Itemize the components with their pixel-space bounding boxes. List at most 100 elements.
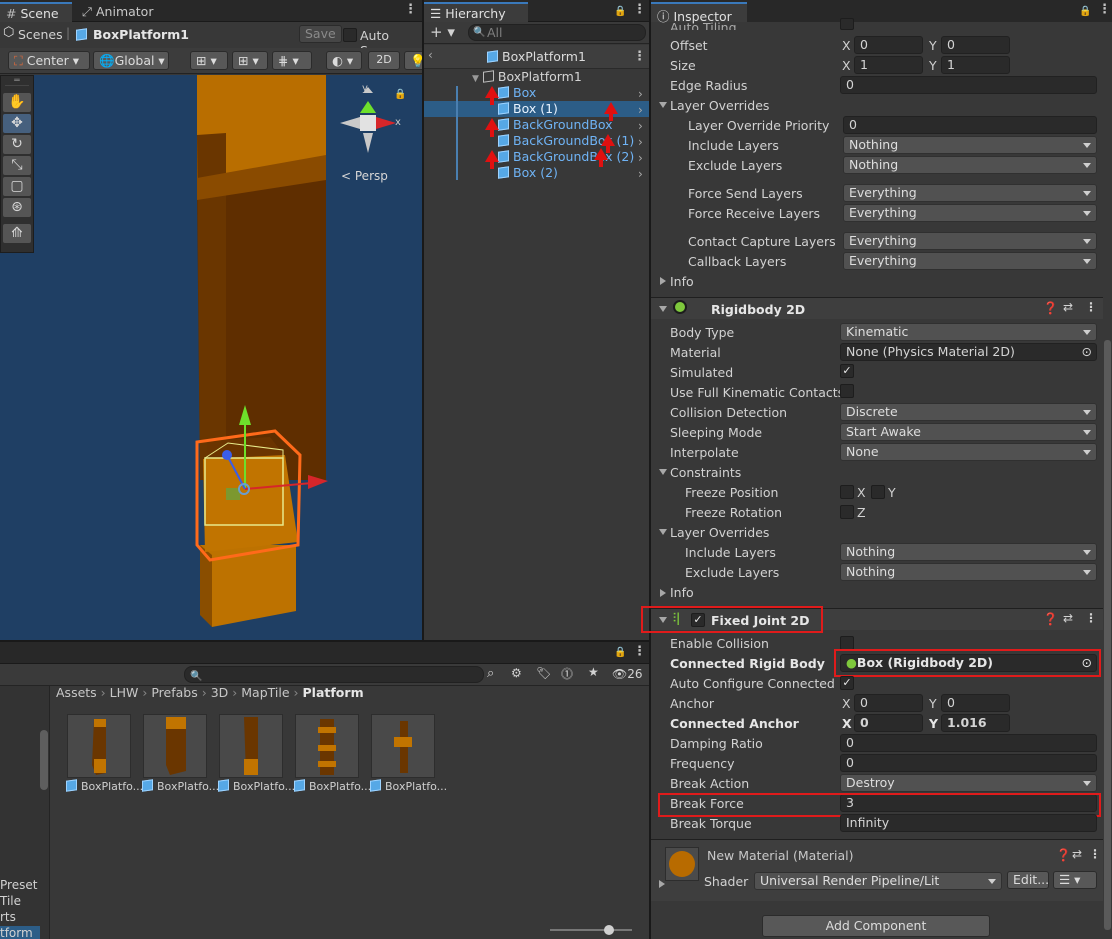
interpolate-dropdown[interactable]: None: [840, 443, 1097, 461]
asset-thumbnail[interactable]: [371, 714, 435, 778]
back-chevron-icon[interactable]: ‹: [428, 48, 433, 62]
fixed-joint-header[interactable]: ⫶| ✓ Fixed Joint 2D ❓ ⇄ ⋮: [651, 608, 1103, 630]
callback-layers-dropdown[interactable]: Everything: [843, 252, 1097, 270]
sidebar-item[interactable]: Preset: [0, 878, 37, 892]
edge-radius-field[interactable]: 0: [840, 76, 1097, 94]
sleeping-mode-dropdown[interactable]: Start Awake: [840, 423, 1097, 441]
label-filter-icon[interactable]: 🏷: [536, 666, 551, 680]
force-send-layers-dropdown[interactable]: Everything: [843, 184, 1097, 202]
hierarchy-item-backgroundbox[interactable]: BackGroundBox: [498, 117, 613, 132]
foldout-arrow-icon[interactable]: [659, 529, 667, 535]
object-picker-icon[interactable]: ⊙: [1082, 655, 1092, 671]
asset-thumbnail[interactable]: [143, 714, 207, 778]
sidebar-item[interactable]: tform: [0, 926, 40, 939]
favorite-star-icon[interactable]: ★: [588, 665, 599, 679]
grid-visibility-button[interactable]: ⋕ ▾: [272, 51, 312, 70]
rotate-tool-icon[interactable]: ↻: [3, 135, 31, 154]
force-receive-layers-dropdown[interactable]: Everything: [843, 204, 1097, 222]
lighting-button[interactable]: 💡: [404, 51, 422, 70]
zoom-slider-handle[interactable]: [604, 925, 614, 935]
projection-label[interactable]: < Persp: [341, 169, 388, 183]
freeze-position-x-checkbox[interactable]: [840, 485, 854, 499]
add-component-button[interactable]: Add Component: [762, 915, 990, 937]
hierarchy-item-box-2[interactable]: Box (2): [498, 165, 558, 180]
presets-icon[interactable]: ⇄: [1072, 847, 1082, 861]
move-tool-icon[interactable]: ✥: [3, 114, 31, 133]
inspector-menu-icon[interactable]: ⋮: [1098, 3, 1111, 17]
foldout-arrow-icon[interactable]: [659, 469, 667, 475]
help-icon[interactable]: ❓: [1043, 301, 1058, 315]
help-icon[interactable]: ❓: [1043, 612, 1058, 626]
tab-animator[interactable]: ⤢ Animator: [76, 2, 161, 22]
auto-tiling-checkbox[interactable]: [840, 18, 854, 30]
constraints-label[interactable]: Constraints: [670, 465, 741, 480]
rect-tool-icon[interactable]: ▢: [3, 177, 31, 196]
anchor-x-field[interactable]: 0: [854, 694, 923, 712]
object-picker-icon[interactable]: ⊙: [1082, 344, 1092, 360]
breadcrumb-prefab[interactable]: BoxPlatform1: [93, 27, 189, 42]
foldout-arrow-icon[interactable]: [659, 617, 667, 623]
foldout-arrow-icon[interactable]: [659, 102, 667, 108]
fixed-joint-enabled-checkbox[interactable]: ✓: [691, 613, 705, 627]
lock-icon[interactable]: 🔒: [614, 647, 626, 658]
component-menu-icon[interactable]: ⋮: [1089, 847, 1101, 861]
scene-viewport[interactable]: y x 🔒 < Persp ═ ✋ ✥ ↻ ⤡ ▢ ⊛ ⟰: [0, 75, 422, 640]
breadcrumb-item[interactable]: Platform: [303, 685, 364, 700]
foldout-arrow-icon[interactable]: [660, 277, 666, 285]
hand-tool-icon[interactable]: ✋: [3, 93, 31, 112]
filter-type-icon[interactable]: ⚙: [511, 666, 522, 680]
hierarchy-menu-icon[interactable]: ⋮: [633, 3, 646, 17]
expand-arrow-icon[interactable]: ▼: [472, 74, 479, 84]
inspector-scrollbar[interactable]: [1104, 340, 1111, 930]
component-menu-icon[interactable]: ⋮: [1085, 300, 1097, 314]
lock-icon[interactable]: 🔒: [614, 6, 626, 17]
scene-menu-icon[interactable]: ⋮: [404, 3, 417, 17]
damping-ratio-field[interactable]: 0: [840, 734, 1097, 752]
foldout-arrow-icon[interactable]: [659, 880, 665, 888]
rigidbody-header[interactable]: Rigidbody 2D ❓ ⇄ ⋮: [651, 297, 1103, 319]
warning-filter-icon[interactable]: ⓵: [561, 665, 573, 682]
breadcrumb-item[interactable]: LHW: [110, 685, 139, 700]
break-force-field[interactable]: 3: [840, 794, 1097, 812]
info-foldout-label[interactable]: Info: [670, 274, 694, 289]
connected-anchor-y-field[interactable]: 1.016: [941, 714, 1010, 732]
shader-dropdown[interactable]: Universal Render Pipeline/Lit: [754, 872, 1002, 890]
simulated-checkbox[interactable]: ✓: [840, 364, 854, 378]
prefab-menu-icon[interactable]: ⋮: [633, 50, 646, 64]
auto-configure-checkbox[interactable]: ✓: [840, 676, 854, 690]
pivot-mode-dropdown[interactable]: ⛶ Center ▾: [8, 51, 90, 70]
full-kinematic-checkbox[interactable]: [840, 384, 854, 398]
connected-rigid-body-field[interactable]: ●Box (Rigidbody 2D) ⊙: [840, 654, 1097, 672]
rb-info-label[interactable]: Info: [670, 585, 694, 600]
foldout-arrow-icon[interactable]: [660, 589, 666, 597]
save-button[interactable]: Save: [299, 25, 342, 43]
sidebar-item[interactable]: Tile: [0, 894, 21, 908]
lock-icon[interactable]: 🔒: [394, 89, 406, 100]
zoom-slider[interactable]: [550, 925, 632, 935]
breadcrumb-item[interactable]: MapTile: [241, 685, 289, 700]
hierarchy-item-box-1[interactable]: Box (1): [498, 101, 558, 116]
breadcrumb-scenes[interactable]: Scenes: [18, 27, 63, 42]
freeze-position-y-checkbox[interactable]: [871, 485, 885, 499]
shading-mode-button[interactable]: ◐ ▾: [326, 51, 362, 70]
contact-capture-layers-dropdown[interactable]: Everything: [843, 232, 1097, 250]
include-layers-dropdown[interactable]: Nothing: [843, 136, 1097, 154]
presets-icon[interactable]: ⇄: [1063, 611, 1073, 625]
rb-include-layers-dropdown[interactable]: Nothing: [840, 543, 1097, 561]
rb-layer-overrides-label[interactable]: Layer Overrides: [670, 525, 769, 540]
rb-exclude-layers-dropdown[interactable]: Nothing: [840, 563, 1097, 581]
size-y-field[interactable]: 1: [941, 56, 1010, 74]
freeze-rotation-z-checkbox[interactable]: [840, 505, 854, 519]
breadcrumb-item[interactable]: Assets: [56, 685, 97, 700]
offset-x-field[interactable]: 0: [854, 36, 923, 54]
sidebar-item[interactable]: rts: [0, 910, 16, 924]
hierarchy-search-input[interactable]: 🔍 All: [468, 24, 646, 41]
shader-options-button[interactable]: ☰ ▾: [1053, 871, 1097, 889]
project-search-input[interactable]: 🔍: [184, 666, 484, 683]
mode-2d-button[interactable]: 2D: [368, 51, 400, 70]
body-type-dropdown[interactable]: Kinematic: [840, 323, 1097, 341]
hierarchy-item-box[interactable]: Box: [498, 85, 536, 100]
help-icon[interactable]: ❓: [1056, 848, 1071, 862]
break-action-dropdown[interactable]: Destroy: [840, 774, 1097, 792]
tab-scene[interactable]: # Scene: [0, 2, 72, 22]
